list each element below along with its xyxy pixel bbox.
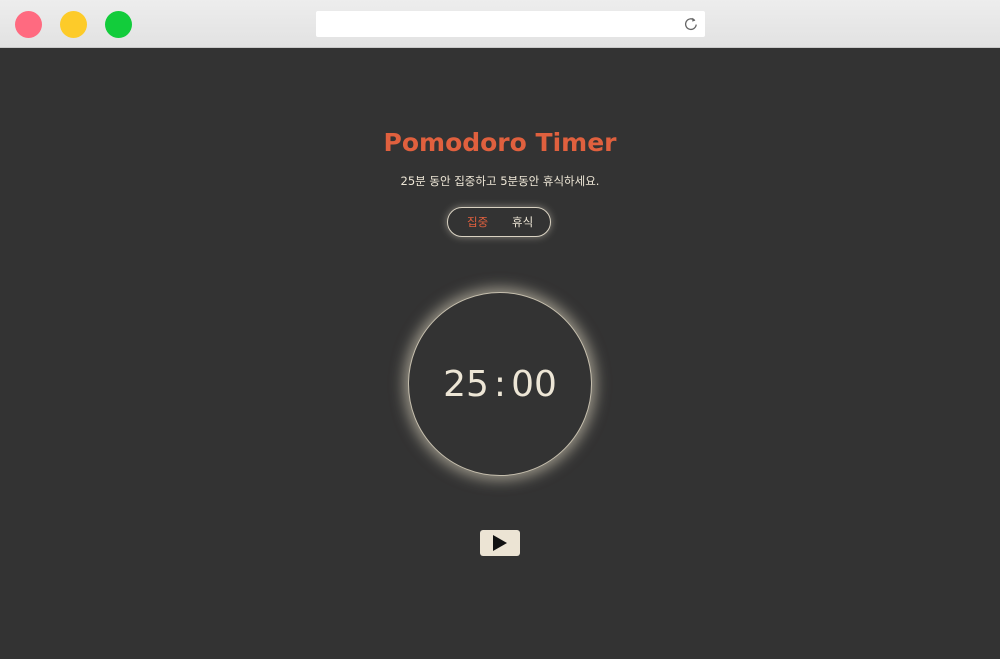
- tab-focus[interactable]: 집중: [467, 214, 488, 230]
- timer-seconds: 00: [511, 363, 557, 405]
- window-minimize-button[interactable]: [60, 11, 87, 38]
- timer-separator: :: [493, 363, 507, 405]
- page-subtitle: 25분 동안 집중하고 5분동안 휴식하세요.: [400, 174, 600, 188]
- play-button[interactable]: [480, 530, 520, 556]
- window-maximize-button[interactable]: [105, 11, 132, 38]
- window-close-button[interactable]: [15, 11, 42, 38]
- timer-circle: 25:00: [408, 292, 592, 476]
- mode-toggle: 집중 휴식: [447, 207, 551, 237]
- browser-toolbar: [0, 0, 1000, 48]
- timer-display: 25:00: [409, 293, 591, 475]
- address-bar[interactable]: [316, 11, 705, 37]
- page-title: Pomodoro Timer: [383, 128, 617, 157]
- reload-icon[interactable]: [683, 16, 699, 32]
- timer-minutes: 25: [443, 363, 489, 405]
- pomodoro-app: Pomodoro Timer 25분 동안 집중하고 5분동안 휴식하세요. 집…: [0, 48, 1000, 659]
- tab-rest[interactable]: 휴식: [512, 214, 533, 230]
- url-input[interactable]: [324, 14, 678, 36]
- play-icon: [493, 535, 507, 551]
